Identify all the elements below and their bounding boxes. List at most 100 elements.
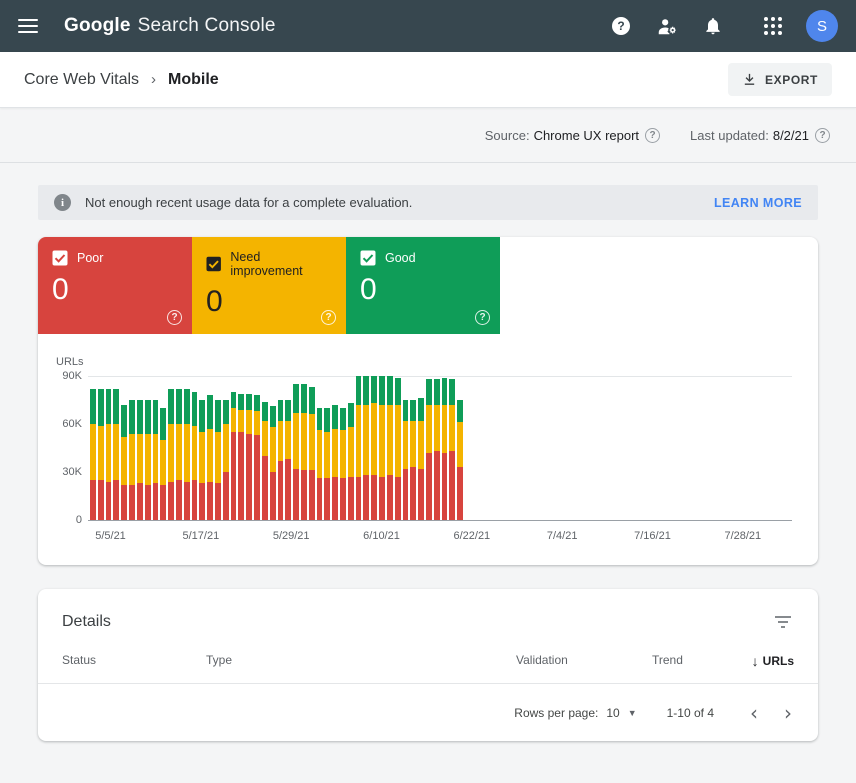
stacked-bar[interactable]	[293, 376, 299, 520]
source-help-icon[interactable]: ?	[645, 128, 660, 143]
help-button[interactable]: ?	[610, 15, 632, 37]
column-trend[interactable]: Trend	[652, 653, 752, 669]
stacked-bar[interactable]	[410, 376, 416, 520]
stacked-bar[interactable]	[153, 376, 159, 520]
tile-help-icon[interactable]: ?	[475, 310, 490, 325]
export-button[interactable]: EXPORT	[728, 63, 832, 96]
stacked-bar[interactable]	[395, 376, 401, 520]
stacked-bar[interactable]	[363, 376, 369, 520]
tile-help-icon[interactable]: ?	[321, 310, 336, 325]
bar-segment	[153, 434, 159, 484]
stacked-bar[interactable]	[137, 376, 143, 520]
bar-segment	[207, 482, 213, 520]
bar-segment	[356, 376, 362, 405]
bar-segment	[403, 421, 409, 469]
stacked-bar[interactable]	[332, 376, 338, 520]
stacked-bar[interactable]	[199, 376, 205, 520]
stacked-bar[interactable]	[379, 376, 385, 520]
stacked-bar[interactable]	[278, 376, 284, 520]
stacked-bar[interactable]	[145, 376, 151, 520]
stacked-bar[interactable]	[426, 376, 432, 520]
tile-need-improvement[interactable]: Need improvement 0 ?	[192, 237, 346, 334]
column-type[interactable]: Type	[206, 653, 516, 669]
stacked-bar[interactable]	[340, 376, 346, 520]
stacked-bar[interactable]	[356, 376, 362, 520]
bar-segment	[278, 421, 284, 461]
stacked-bar[interactable]	[238, 376, 244, 520]
filter-list-icon	[774, 615, 792, 629]
app-logo[interactable]: Google Search Console	[64, 15, 276, 37]
stacked-bar[interactable]	[246, 376, 252, 520]
stacked-bar[interactable]	[418, 376, 424, 520]
checkbox-checked-icon[interactable]	[52, 250, 68, 266]
stacked-bar[interactable]	[301, 376, 307, 520]
column-urls-sorted[interactable]: ↓ URLs	[752, 653, 794, 669]
previous-page-button[interactable]: ‹	[744, 703, 764, 723]
stacked-bar[interactable]	[184, 376, 190, 520]
stacked-bar[interactable]	[371, 376, 377, 520]
stacked-bar[interactable]	[309, 376, 315, 520]
bar-segment	[176, 424, 182, 480]
stacked-bar[interactable]	[160, 376, 166, 520]
bar-segment	[363, 405, 369, 475]
chart-bars	[90, 376, 463, 520]
stacked-bar[interactable]	[449, 376, 455, 520]
stacked-bar[interactable]	[98, 376, 104, 520]
stacked-bar[interactable]	[121, 376, 127, 520]
stacked-bar[interactable]	[262, 376, 268, 520]
menu-icon[interactable]	[18, 19, 38, 33]
pagination-bar: Rows per page: 10 ▼ 1-10 of 4 ‹ ›	[38, 684, 818, 741]
checkbox-checked-icon[interactable]	[360, 250, 376, 266]
stacked-bar[interactable]	[215, 376, 221, 520]
stacked-bar[interactable]	[387, 376, 393, 520]
pagination-range: 1-10 of 4	[667, 706, 714, 720]
bar-segment	[129, 400, 135, 434]
app-bar: Google Search Console ?	[0, 0, 856, 52]
column-validation[interactable]: Validation	[516, 653, 652, 669]
filter-button[interactable]	[772, 611, 794, 633]
stacked-bar[interactable]	[324, 376, 330, 520]
stacked-bar[interactable]	[231, 376, 237, 520]
bar-segment	[418, 421, 424, 469]
user-settings-button[interactable]	[656, 15, 678, 37]
bar-segment	[90, 389, 96, 424]
stacked-bar[interactable]	[254, 376, 260, 520]
notifications-button[interactable]	[702, 15, 724, 37]
learn-more-link[interactable]: LEARN MORE	[714, 196, 802, 210]
stacked-bar[interactable]	[348, 376, 354, 520]
stacked-bar[interactable]	[434, 376, 440, 520]
stacked-bar[interactable]	[403, 376, 409, 520]
next-page-button[interactable]: ›	[778, 703, 798, 723]
download-icon	[742, 72, 757, 87]
stacked-bar[interactable]	[442, 376, 448, 520]
tile-poor[interactable]: Poor 0 ?	[38, 237, 192, 334]
column-urls-label: URLs	[763, 654, 794, 668]
stacked-bar[interactable]	[192, 376, 198, 520]
rows-per-page-select[interactable]: Rows per page: 10 ▼	[514, 706, 636, 720]
account-avatar[interactable]: S	[806, 10, 838, 42]
stacked-bar[interactable]	[285, 376, 291, 520]
urls-chart: URLs 90K60K30K0 5/5/215/17/215/29/216/10…	[38, 334, 818, 565]
stacked-bar[interactable]	[457, 376, 463, 520]
stacked-bar[interactable]	[168, 376, 174, 520]
column-status[interactable]: Status	[62, 653, 206, 669]
bar-segment	[293, 384, 299, 413]
updated-help-icon[interactable]: ?	[815, 128, 830, 143]
checkbox-checked-icon[interactable]	[206, 256, 221, 272]
stacked-bar[interactable]	[113, 376, 119, 520]
stacked-bar[interactable]	[176, 376, 182, 520]
stacked-bar[interactable]	[317, 376, 323, 520]
stacked-bar[interactable]	[106, 376, 112, 520]
stacked-bar[interactable]	[223, 376, 229, 520]
stacked-bar[interactable]	[207, 376, 213, 520]
stacked-bar[interactable]	[270, 376, 276, 520]
bar-segment	[332, 429, 338, 477]
stacked-bar[interactable]	[90, 376, 96, 520]
tile-good[interactable]: Good 0 ?	[346, 237, 500, 334]
breadcrumb-section[interactable]: Core Web Vitals	[24, 71, 139, 89]
tile-help-icon[interactable]: ?	[167, 310, 182, 325]
bar-segment	[379, 405, 385, 477]
logo-google: Google	[64, 15, 131, 37]
stacked-bar[interactable]	[129, 376, 135, 520]
apps-grid-icon[interactable]	[764, 17, 782, 35]
